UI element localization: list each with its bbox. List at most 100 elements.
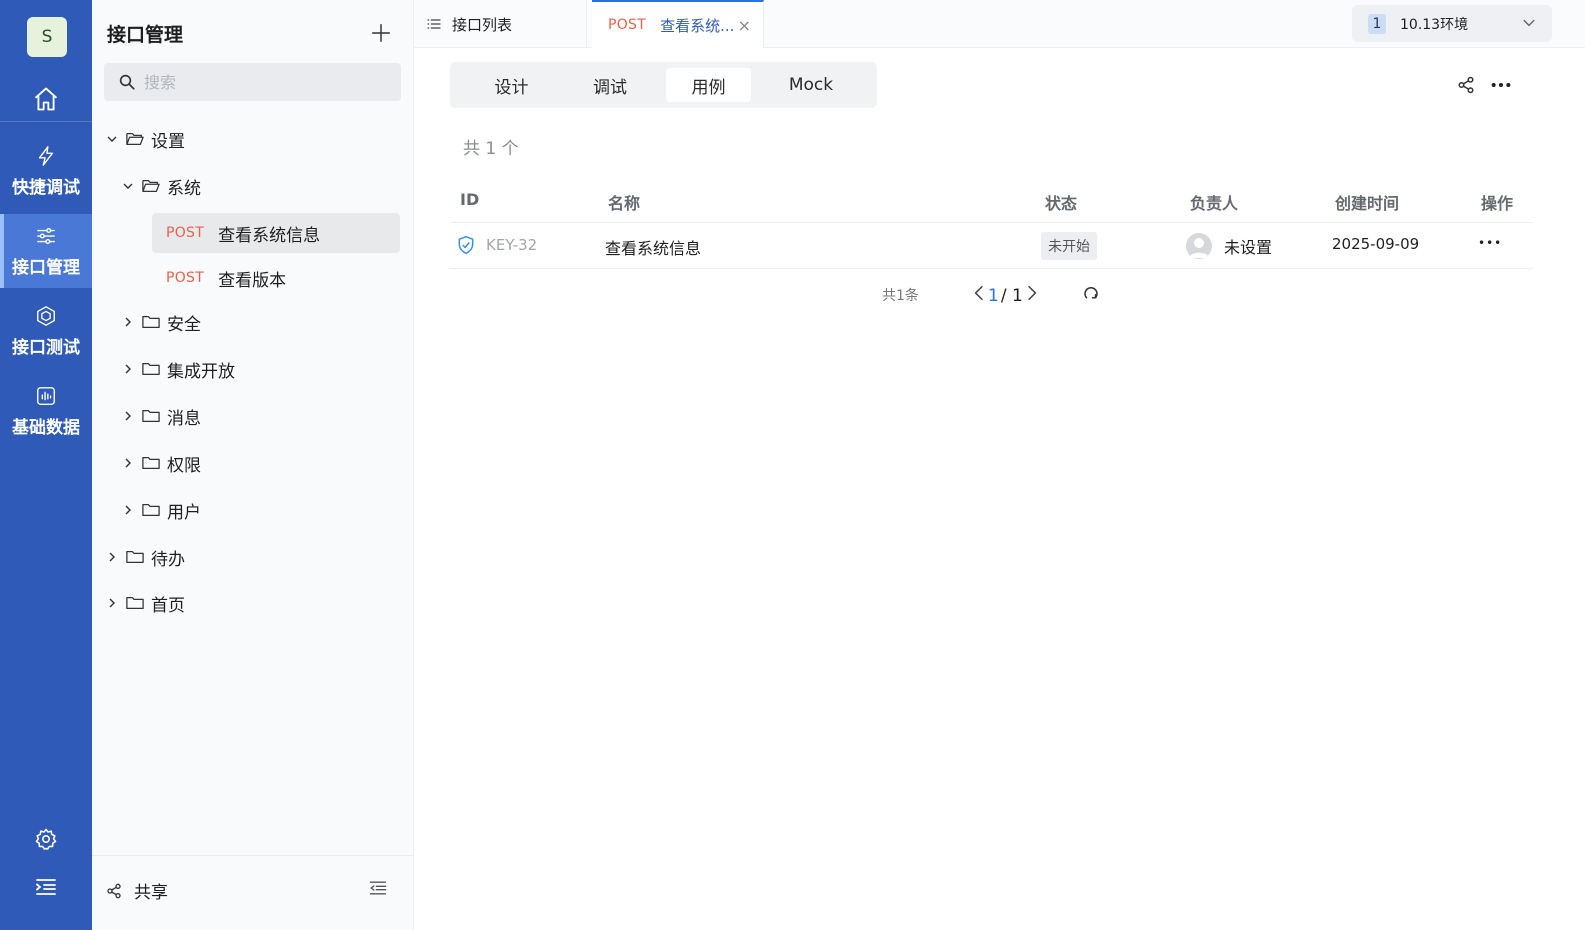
case-id: KEY-32 (486, 236, 538, 254)
sidebar-title: 接口管理 (107, 24, 184, 46)
tree-folder-security[interactable]: 安全 (120, 302, 201, 342)
header-created: 创建时间 (1335, 194, 1400, 213)
tab-design[interactable]: 设计 (464, 68, 559, 102)
tree-folder-label: 消息 (167, 408, 201, 429)
chevron-down-icon (1522, 16, 1536, 34)
tab-bar: 接口列表 POST 查看系统... × 1 10.13环境 (414, 0, 1585, 48)
method-badge: POST (166, 270, 205, 286)
rail-collapse-button[interactable] (0, 867, 92, 907)
table-row[interactable]: KEY-32 查看系统信息 未开始 未设置 2025-09-09 ••• (450, 223, 1533, 269)
tree-api-view-version[interactable]: POST 查看版本 (152, 258, 400, 298)
settings-button[interactable] (0, 819, 92, 859)
case-name[interactable]: 查看系统信息 (605, 235, 701, 259)
tab-cases[interactable]: 用例 (666, 68, 751, 102)
tab-label: 接口列表 (452, 15, 513, 34)
chevron-down-icon[interactable] (120, 180, 136, 192)
home-button[interactable] (0, 78, 92, 120)
tree-folder-message[interactable]: 消息 (120, 396, 201, 436)
chevron-down-icon[interactable] (104, 133, 120, 145)
more-button[interactable] (1490, 76, 1512, 98)
search-input[interactable] (144, 72, 374, 92)
chevron-right-icon[interactable] (120, 410, 136, 422)
add-button[interactable] (368, 20, 394, 46)
pager-nav: 1 / 1 (972, 284, 1039, 307)
tree-folder-permission[interactable]: 权限 (120, 443, 201, 483)
close-icon[interactable]: × (738, 16, 751, 35)
tab-api-list[interactable]: 接口列表 (414, 0, 587, 48)
env-label: 10.13环境 (1400, 16, 1469, 33)
tree-folder-label: 系统 (167, 178, 201, 199)
row-more-button[interactable]: ••• (1478, 236, 1502, 250)
header-ops: 操作 (1481, 194, 1514, 213)
tree-api-label: 查看系统信息 (218, 225, 321, 246)
chevron-right-icon[interactable] (120, 504, 136, 516)
env-badge: 1 (1368, 13, 1386, 34)
tree-folder-integration[interactable]: 集成开放 (120, 349, 235, 389)
chevron-right-icon[interactable] (120, 457, 136, 469)
tree-folder-label: 安全 (167, 314, 201, 335)
tree-folder-label: 首页 (151, 595, 185, 616)
tab-label: 查看系统... (660, 16, 735, 35)
search-box[interactable] (104, 63, 401, 101)
refresh-icon (1084, 287, 1098, 299)
list-icon (427, 19, 441, 29)
tree-folder-label: 权限 (167, 455, 201, 476)
left-rail: S 快捷调试 接口管理 接口测试 基础数据 (0, 0, 92, 930)
share-icon (107, 883, 121, 898)
folder-icon (142, 455, 160, 471)
tree-folder-label: 用户 (167, 502, 201, 523)
tree-folder-user[interactable]: 用户 (120, 490, 201, 530)
rail-item-api-test[interactable]: 接口测试 (0, 294, 92, 368)
cell-owner[interactable]: 未设置 (1186, 233, 1272, 259)
view-segmented-control: 设计 调试 用例 Mock (450, 62, 877, 108)
folder-icon (142, 408, 160, 424)
tab-debug[interactable]: 调试 (564, 68, 656, 102)
workspace-avatar[interactable]: S (27, 17, 67, 57)
rail-item-api-management[interactable]: 接口管理 (0, 214, 92, 288)
pagination: 共1条 1 / 1 (882, 284, 1098, 306)
share-api-button[interactable] (1457, 76, 1475, 98)
chevron-left-icon[interactable] (972, 284, 986, 307)
table-header: ID 名称 状态 负责人 创建时间 操作 (450, 180, 1533, 223)
user-icon (1189, 238, 1209, 258)
rail-item-label: 接口测试 (12, 337, 80, 358)
chevron-right-icon[interactable] (120, 316, 136, 328)
header-status: 状态 (1045, 194, 1078, 213)
share-label: 共享 (134, 883, 168, 903)
tree-api-view-system-info[interactable]: POST 查看系统信息 (152, 213, 400, 253)
tree-folder-home[interactable]: 首页 (104, 583, 185, 623)
share-button[interactable]: 共享 (106, 878, 168, 903)
chevron-right-icon[interactable] (1025, 284, 1039, 307)
method-badge: POST (608, 17, 647, 33)
refresh-button[interactable] (1082, 285, 1100, 307)
status-badge[interactable]: 未开始 (1041, 232, 1097, 260)
rail-item-quick-debug[interactable]: 快捷调试 (0, 134, 92, 208)
tree-folder-todo[interactable]: 待办 (104, 537, 185, 577)
header-name: 名称 (608, 194, 641, 213)
chevron-right-icon[interactable] (104, 597, 120, 609)
environment-select[interactable]: 1 10.13环境 (1352, 5, 1552, 42)
folder-open-icon (126, 131, 144, 147)
lightning-icon (38, 145, 54, 166)
tree-folder-system[interactable]: 系统 (120, 166, 201, 206)
folder-icon (126, 549, 144, 565)
chart-icon (37, 386, 55, 405)
rail-item-base-data[interactable]: 基础数据 (0, 374, 92, 448)
header-owner: 负责人 (1190, 194, 1239, 213)
tab-view-system-info[interactable]: POST 查看系统... × (592, 0, 764, 48)
chevron-right-icon[interactable] (120, 363, 136, 375)
chevron-right-icon[interactable] (104, 551, 120, 563)
sidebar-collapse-button[interactable] (368, 878, 388, 902)
pager-total: 共1条 (882, 288, 919, 304)
plus-icon (372, 24, 390, 42)
method-badge: POST (166, 225, 205, 241)
pager-current[interactable]: 1 (988, 286, 999, 306)
tree-folder-settings[interactable]: 设置 (104, 119, 185, 159)
tree-folder-label: 集成开放 (167, 361, 235, 382)
search-icon (119, 74, 135, 90)
cube-icon (37, 305, 55, 326)
indent-menu-icon (36, 879, 56, 895)
case-count: 共 1 个 (463, 139, 519, 159)
tab-mock[interactable]: Mock (760, 68, 862, 102)
rail-item-label: 基础数据 (12, 417, 80, 438)
